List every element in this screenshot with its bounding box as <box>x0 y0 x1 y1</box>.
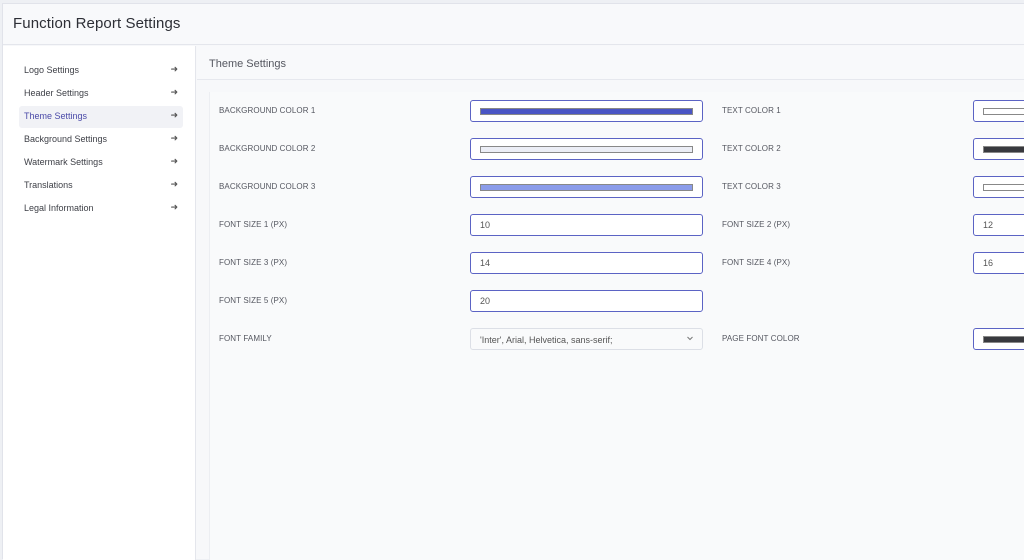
page-title: Function Report Settings <box>13 15 181 32</box>
font-family-value: 'Inter', Arial, Helvetica, sans-serif; <box>480 335 613 345</box>
sidebar-item-translations[interactable]: Translations ➜ <box>19 175 183 197</box>
sidebar-item-label: Logo Settings <box>24 65 80 75</box>
font-size-1-input[interactable] <box>470 214 703 236</box>
text-color-1-swatch <box>983 108 1024 115</box>
text-color-2-label: TEXT COLOR 2 <box>722 144 781 153</box>
page-font-color-swatch <box>983 336 1024 343</box>
bg-color-2-swatch <box>480 146 693 153</box>
font-size-2-input[interactable] <box>973 214 1024 236</box>
font-size-4-input[interactable] <box>973 252 1024 274</box>
text-color-2-swatch <box>983 146 1024 153</box>
sidebar-item-legal-information[interactable]: Legal Information ➜ <box>19 198 183 220</box>
sidebar-item-label: Watermark Settings <box>24 157 103 167</box>
main-content: Theme Settings BACKGROUND COLOR 1 TEXT C… <box>197 46 1024 560</box>
sidebar-item-label: Background Settings <box>24 134 108 144</box>
bg-color-3-swatch <box>480 184 693 191</box>
bg-color-3-label: BACKGROUND COLOR 3 <box>219 182 316 191</box>
sidebar: Logo Settings ➜ Header Settings ➜ Theme … <box>3 46 196 560</box>
font-size-3-label: FONT SIZE 3 (PX) <box>219 258 288 267</box>
text-color-3-label: TEXT COLOR 3 <box>722 182 781 191</box>
arrow-right-icon: ➜ <box>170 133 178 143</box>
font-size-1-label: FONT SIZE 1 (PX) <box>219 220 288 229</box>
section-title: Theme Settings <box>209 58 287 70</box>
sidebar-item-label: Translations <box>24 180 73 190</box>
sidebar-item-theme-settings[interactable]: Theme Settings ➜ <box>19 106 183 128</box>
text-color-1-label: TEXT COLOR 1 <box>722 106 781 115</box>
section-header: Theme Settings <box>197 46 1024 80</box>
sidebar-item-label: Header Settings <box>24 88 89 98</box>
sidebar-item-label: Theme Settings <box>24 111 88 121</box>
sidebar-item-logo-settings[interactable]: Logo Settings ➜ <box>19 60 183 82</box>
theme-settings-form: BACKGROUND COLOR 1 TEXT COLOR 1 BACKGROU… <box>209 92 1024 560</box>
sidebar-item-watermark-settings[interactable]: Watermark Settings ➜ <box>19 152 183 174</box>
font-family-select[interactable]: 'Inter', Arial, Helvetica, sans-serif; <box>470 328 703 350</box>
page-font-color-picker[interactable] <box>973 328 1024 350</box>
text-color-2-picker[interactable] <box>973 138 1024 160</box>
arrow-right-icon: ➜ <box>170 202 178 212</box>
arrow-right-icon: ➜ <box>170 179 178 189</box>
sidebar-item-header-settings[interactable]: Header Settings ➜ <box>19 83 183 105</box>
bg-color-2-picker[interactable] <box>470 138 703 160</box>
text-color-3-picker[interactable] <box>973 176 1024 198</box>
text-color-3-swatch <box>983 184 1024 191</box>
bg-color-2-label: BACKGROUND COLOR 2 <box>219 144 316 153</box>
arrow-right-icon: ➜ <box>170 156 178 166</box>
font-size-3-input[interactable] <box>470 252 703 274</box>
font-size-5-label: FONT SIZE 5 (PX) <box>219 296 288 305</box>
text-color-1-picker[interactable] <box>973 100 1024 122</box>
arrow-right-icon: ➜ <box>170 110 178 120</box>
page-font-color-label: PAGE FONT COLOR <box>722 334 800 343</box>
page-header: Function Report Settings <box>3 4 1024 45</box>
font-size-5-input[interactable] <box>470 290 703 312</box>
app-window: Function Report Settings Logo Settings ➜… <box>2 3 1024 560</box>
bg-color-1-label: BACKGROUND COLOR 1 <box>219 106 316 115</box>
bg-color-3-picker[interactable] <box>470 176 703 198</box>
bg-color-1-swatch <box>480 108 693 115</box>
sidebar-item-background-settings[interactable]: Background Settings ➜ <box>19 129 183 151</box>
font-size-4-label: FONT SIZE 4 (PX) <box>722 258 791 267</box>
sidebar-item-label: Legal Information <box>24 203 94 213</box>
bg-color-1-picker[interactable] <box>470 100 703 122</box>
chevron-down-icon <box>686 334 694 344</box>
arrow-right-icon: ➜ <box>170 64 178 74</box>
arrow-right-icon: ➜ <box>170 87 178 97</box>
font-family-label: FONT FAMILY <box>219 334 272 343</box>
font-size-2-label: FONT SIZE 2 (PX) <box>722 220 791 229</box>
